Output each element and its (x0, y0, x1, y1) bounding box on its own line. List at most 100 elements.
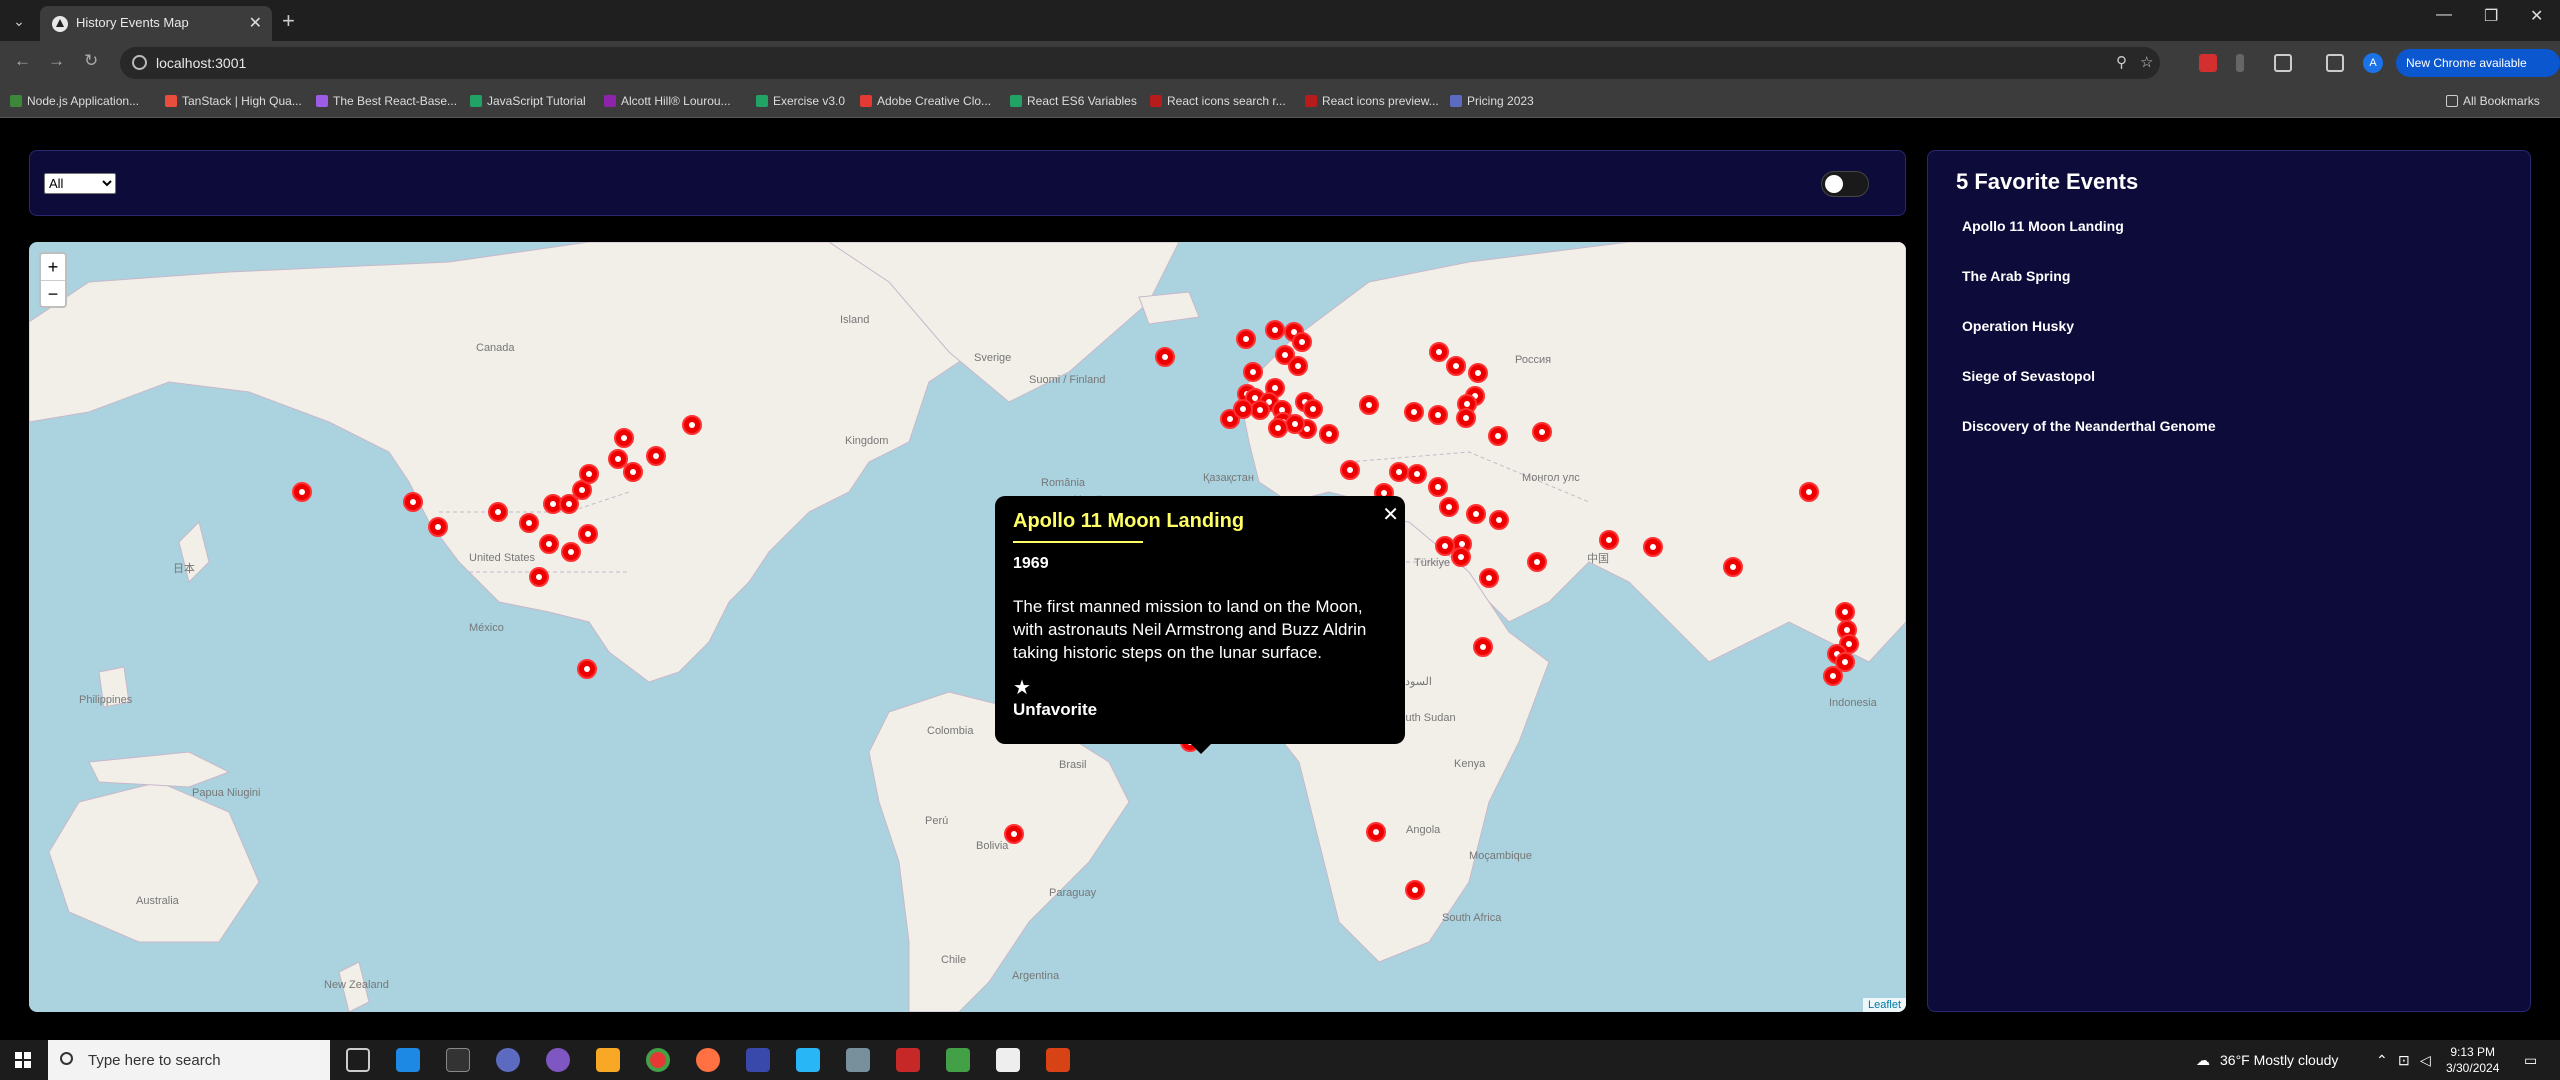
event-marker[interactable] (1532, 422, 1552, 442)
taskbar-search[interactable]: Type here to search (48, 1040, 330, 1080)
bookmark-item[interactable]: TanStack | High Qua... (165, 94, 302, 108)
vscode-icon[interactable] (396, 1048, 420, 1072)
extension-icon[interactable] (2199, 54, 2217, 72)
event-marker[interactable] (623, 462, 643, 482)
zoom-out-button[interactable]: − (41, 280, 65, 306)
event-marker[interactable] (1429, 342, 1449, 362)
extensions-puzzle-icon[interactable] (2274, 54, 2292, 72)
event-marker[interactable] (559, 494, 579, 514)
event-marker[interactable] (1250, 400, 1270, 420)
event-marker[interactable] (1439, 497, 1459, 517)
url-text[interactable]: localhost:3001 (156, 55, 246, 71)
event-marker[interactable] (1456, 408, 1476, 428)
event-marker[interactable] (1527, 552, 1547, 572)
network-icon[interactable]: ⊡ (2398, 1052, 2410, 1069)
tab-close-icon[interactable]: ✕ (249, 13, 262, 33)
event-marker[interactable] (1468, 363, 1488, 383)
event-marker[interactable] (1319, 424, 1339, 444)
event-marker[interactable] (1243, 362, 1263, 382)
app-icon[interactable] (1046, 1048, 1070, 1072)
bookmark-item[interactable]: Node.js Application... (10, 94, 139, 108)
bookmark-item[interactable]: React icons search r... (1150, 94, 1286, 108)
bookmark-item[interactable]: Pricing 2023 (1450, 94, 1534, 108)
popup-close-button[interactable]: ✕ (1382, 502, 1399, 527)
zoom-icon[interactable]: ⚲ (2116, 53, 2127, 71)
volume-icon[interactable]: ◁ (2420, 1052, 2431, 1069)
event-marker[interactable] (519, 513, 539, 533)
event-marker[interactable] (292, 482, 312, 502)
event-marker[interactable] (1466, 504, 1486, 524)
event-marker[interactable] (1366, 822, 1386, 842)
back-icon[interactable]: ← (14, 51, 31, 71)
favorite-event-item[interactable]: Operation Husky (1962, 317, 2502, 367)
app-icon[interactable] (496, 1048, 520, 1072)
address-bar[interactable]: localhost:3001 ⚲ ☆ (120, 47, 2160, 79)
bookmark-star-icon[interactable]: ☆ (2140, 53, 2153, 71)
event-marker[interactable] (539, 534, 559, 554)
event-marker[interactable] (1268, 418, 1288, 438)
app-icon[interactable] (946, 1048, 970, 1072)
event-marker[interactable] (1489, 510, 1509, 530)
event-marker[interactable] (403, 492, 423, 512)
bookmark-item[interactable]: Adobe Creative Clo... (860, 94, 991, 108)
event-marker[interactable] (1004, 824, 1024, 844)
profile-avatar[interactable]: A (2363, 53, 2383, 73)
restore-icon[interactable]: ❐ (2484, 6, 2498, 26)
extension-icon[interactable] (2236, 54, 2244, 72)
event-marker[interactable] (1265, 320, 1285, 340)
unfavorite-button[interactable]: Unfavorite (1013, 700, 1387, 720)
favorite-star-icon[interactable]: ★ (1013, 678, 1387, 698)
event-marker[interactable] (1404, 402, 1424, 422)
weather-icon[interactable]: ☁ (2196, 1052, 2210, 1069)
event-marker[interactable] (578, 524, 598, 544)
event-marker[interactable] (1405, 880, 1425, 900)
event-marker[interactable] (1340, 460, 1360, 480)
event-marker[interactable] (1451, 547, 1471, 567)
chrome-update-button[interactable]: New Chrome available ⋮ (2396, 49, 2560, 98)
app-icon[interactable] (796, 1048, 820, 1072)
event-marker[interactable] (579, 464, 599, 484)
event-filter-select[interactable]: All (44, 173, 116, 194)
app-icon[interactable] (746, 1048, 770, 1072)
bookmark-item[interactable]: Exercise v3.0 (756, 94, 845, 108)
event-marker[interactable] (614, 428, 634, 448)
event-marker[interactable] (1389, 462, 1409, 482)
favorite-event-item[interactable]: Apollo 11 Moon Landing (1962, 217, 2502, 267)
taskbar-clock[interactable]: 9:13 PM 3/30/2024 (2446, 1044, 2499, 1076)
side-panel-icon[interactable] (2326, 54, 2344, 72)
chrome-icon[interactable] (646, 1048, 670, 1072)
weather-text[interactable]: 36°F Mostly cloudy (2220, 1052, 2338, 1068)
app-icon[interactable] (996, 1048, 1020, 1072)
photos-icon[interactable] (846, 1048, 870, 1072)
bookmark-item[interactable]: The Best React-Base... (316, 94, 457, 108)
window-close-icon[interactable]: ✕ (2530, 6, 2543, 26)
file-explorer-icon[interactable] (596, 1048, 620, 1072)
event-marker[interactable] (1303, 399, 1323, 419)
bookmark-item[interactable]: JavaScript Tutorial (470, 94, 586, 108)
bookmark-item[interactable]: Alcott Hill® Lourou... (604, 94, 731, 108)
event-marker[interactable] (1479, 568, 1499, 588)
event-marker[interactable] (1233, 399, 1253, 419)
event-marker[interactable] (1285, 414, 1305, 434)
reload-icon[interactable]: ↻ (84, 51, 98, 71)
event-marker[interactable] (1288, 356, 1308, 376)
event-marker[interactable] (1799, 482, 1819, 502)
app-icon[interactable] (696, 1048, 720, 1072)
notifications-icon[interactable]: ▭ (2524, 1052, 2537, 1069)
filezilla-icon[interactable] (896, 1048, 920, 1072)
site-info-icon[interactable] (132, 55, 147, 70)
event-marker[interactable] (682, 415, 702, 435)
event-marker[interactable] (1488, 426, 1508, 446)
event-marker[interactable] (1428, 405, 1448, 425)
theme-toggle[interactable] (1821, 171, 1869, 197)
event-marker[interactable] (529, 567, 549, 587)
world-map[interactable]: + − Canada Island Sverige Suomi / Finland Ро… (29, 242, 1906, 1012)
favorite-event-item[interactable]: Discovery of the Neanderthal Genome (1962, 417, 2502, 467)
event-marker[interactable] (1407, 464, 1427, 484)
tray-chevron-icon[interactable]: ⌃ (2376, 1052, 2388, 1069)
all-bookmarks-button[interactable]: All Bookmarks (2446, 94, 2540, 108)
event-marker[interactable] (1473, 637, 1493, 657)
favorite-event-item[interactable]: Siege of Sevastopol (1962, 367, 2502, 417)
event-marker[interactable] (1723, 557, 1743, 577)
leaflet-attribution-link[interactable]: Leaflet (1868, 999, 1901, 1011)
